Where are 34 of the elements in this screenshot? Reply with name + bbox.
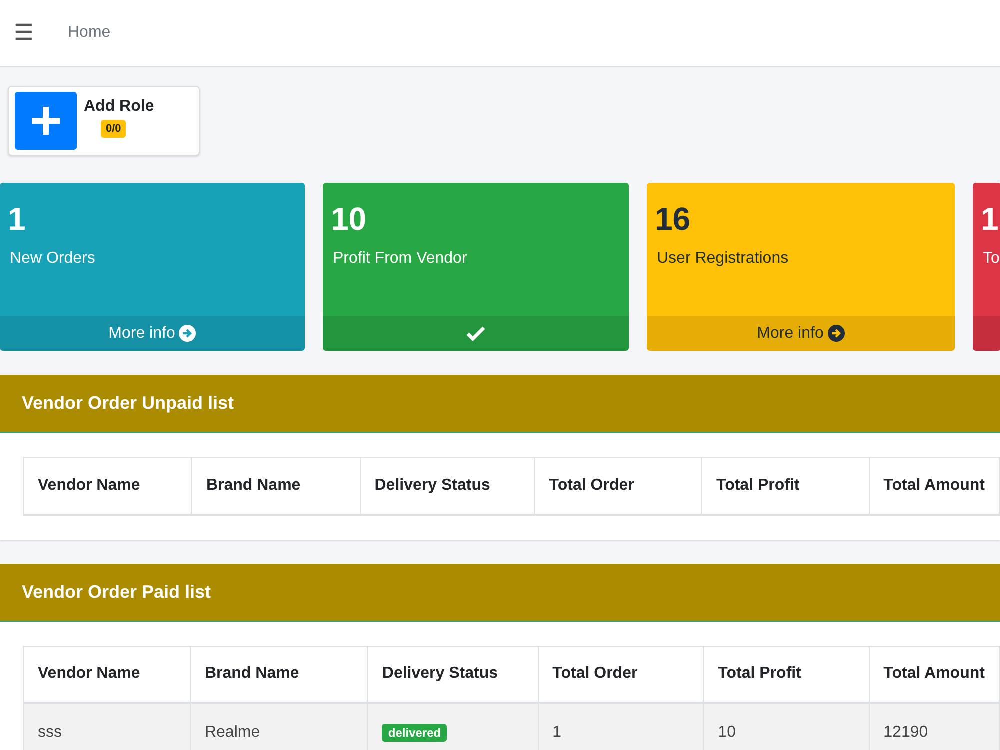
stat-label: To <box>983 250 1000 268</box>
column-header: Total Order <box>534 458 702 514</box>
stat-label: User Registrations <box>657 250 789 268</box>
table-cell: 12190 <box>869 703 1000 750</box>
arrow-circle-icon <box>828 325 845 342</box>
plus-icon <box>15 92 77 150</box>
section-title: Vendor Order Unpaid list <box>22 393 234 414</box>
card-footer <box>973 316 1000 351</box>
stat-value: 16 <box>655 201 691 238</box>
table-cell: Realme <box>190 703 368 750</box>
table-cell: sss <box>24 703 190 750</box>
column-header: Brand Name <box>192 458 360 514</box>
column-header: Vendor Name <box>24 458 192 514</box>
arrow-circle-icon <box>179 325 196 342</box>
role-count-badge: 0/0 <box>101 120 126 138</box>
add-role-label: Add Role <box>84 98 154 116</box>
more-info-link[interactable]: More info <box>647 316 955 351</box>
home-link[interactable]: Home <box>68 24 111 42</box>
menu-icon[interactable]: ☰ <box>14 20 34 46</box>
stat-value: 1 <box>8 201 26 238</box>
table-cell: 10 <box>704 703 870 750</box>
stat-value: 10 <box>331 201 367 238</box>
column-header: Delivery Status <box>360 458 535 514</box>
more-info-link[interactable]: More info <box>0 316 305 351</box>
stat-label: Profit From Vendor <box>333 250 468 268</box>
check-icon <box>466 326 486 342</box>
column-header: Total Amount <box>869 458 1000 514</box>
stat-value: 1 <box>981 201 999 238</box>
column-header: Total Profit <box>702 458 870 514</box>
table-cell: 1 <box>538 703 704 750</box>
add-role-card[interactable]: Add Role 0/0 <box>8 86 200 156</box>
stat-label: New Orders <box>10 250 96 268</box>
status-badge: delivered <box>382 724 448 742</box>
section-title: Vendor Order Paid list <box>22 582 212 602</box>
